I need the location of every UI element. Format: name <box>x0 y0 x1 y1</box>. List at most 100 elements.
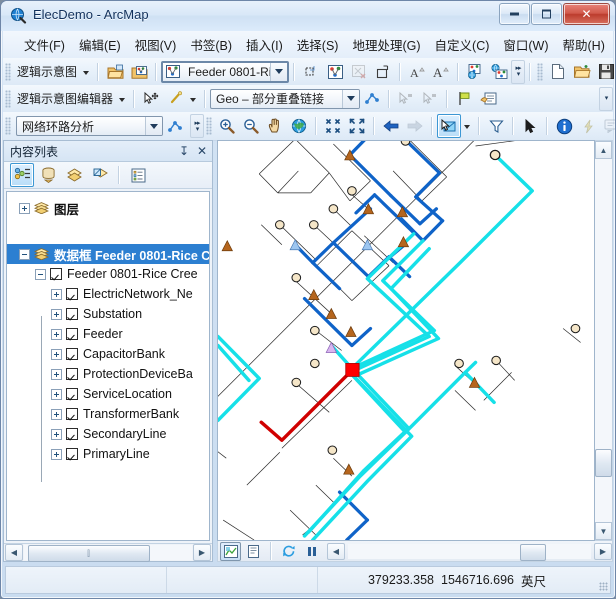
menu-window[interactable]: 窗口(W) <box>496 32 555 57</box>
toc-node-layers[interactable]: 图层 <box>7 198 209 218</box>
layout-view-button[interactable] <box>243 542 264 561</box>
scroll-thumb[interactable] <box>595 449 612 477</box>
map-scroll-track[interactable] <box>348 543 591 561</box>
flag-button[interactable] <box>452 87 476 111</box>
active-diagram-combo[interactable]: Feeder 0801-Rice <box>161 60 290 83</box>
visibility-checkbox[interactable] <box>50 268 62 280</box>
expand-icon[interactable] <box>19 202 30 214</box>
chevron-down-icon[interactable] <box>342 89 360 108</box>
list-by-drawing-order-button[interactable] <box>10 163 34 187</box>
scroll-right-button[interactable]: ▶ <box>193 544 211 561</box>
expand-icon[interactable] <box>51 448 62 460</box>
layout-algorithm-combo[interactable]: Geo – 部分重叠链接 <box>210 88 361 109</box>
map-scroll-right-button[interactable]: ▶ <box>594 542 612 560</box>
visibility-checkbox[interactable] <box>66 448 78 460</box>
data-view-button[interactable] <box>220 541 241 561</box>
toc-node-feeder-group[interactable]: Feeder 0801-Rice Cree <box>7 264 209 284</box>
menu-view[interactable]: 视图(V) <box>128 32 184 57</box>
scroll-left-button[interactable]: ◀ <box>5 544 23 561</box>
visibility-checkbox[interactable] <box>66 428 78 440</box>
apply-layout-button[interactable] <box>360 87 384 111</box>
chevron-down-icon[interactable] <box>145 117 162 135</box>
expand-icon[interactable] <box>51 408 62 420</box>
toolbar-grip[interactable] <box>206 117 212 135</box>
visibility-checkbox[interactable] <box>66 348 78 360</box>
toolbar-grip[interactable] <box>5 117 11 135</box>
move-element-button[interactable] <box>139 87 163 111</box>
map-to-diagram-button[interactable] <box>487 60 511 84</box>
scroll-up-button[interactable]: ▲ <box>595 141 612 159</box>
options-button[interactable] <box>126 163 150 187</box>
visibility-checkbox[interactable] <box>66 288 78 300</box>
refresh-view-button[interactable] <box>278 542 299 561</box>
expand-icon[interactable] <box>51 368 62 380</box>
network-toolbar-overflow-button[interactable]: ▸▸ ▾ <box>190 114 204 138</box>
select-elements-button[interactable] <box>518 114 542 138</box>
select-node-button[interactable] <box>418 87 442 111</box>
diagram-to-map-button[interactable] <box>463 60 487 84</box>
toc-layer-transformerbank[interactable]: TransformerBank <box>7 404 209 424</box>
remove-diagram-button[interactable] <box>347 60 371 84</box>
toc-layer-primaryline[interactable]: PrimaryLine <box>7 444 209 464</box>
chevron-down-icon[interactable] <box>83 70 90 75</box>
select-link-button[interactable] <box>394 87 418 111</box>
toc-layer-servicelocation[interactable]: ServiceLocation <box>7 384 209 404</box>
decrease-font-button[interactable]: A <box>405 60 429 84</box>
zoom-out-button[interactable] <box>239 114 263 138</box>
toolbar-grip[interactable] <box>5 62 11 81</box>
go-back-extent-button[interactable] <box>379 114 403 138</box>
full-extent-button[interactable] <box>287 114 311 138</box>
menu-help[interactable]: 帮助(H) <box>556 32 612 57</box>
list-by-source-button[interactable] <box>36 163 60 187</box>
go-forward-extent-button[interactable] <box>403 114 427 138</box>
map-scroll-thumb[interactable] <box>520 543 546 561</box>
scroll-track[interactable] <box>595 159 612 522</box>
collapse-icon[interactable] <box>19 248 30 260</box>
expand-icon[interactable] <box>51 388 62 400</box>
save-document-button[interactable] <box>594 60 615 84</box>
toc-layer-feeder[interactable]: Feeder <box>7 324 209 344</box>
select-features-button[interactable] <box>437 114 461 138</box>
fixed-zoom-out-button[interactable] <box>345 114 369 138</box>
list-by-selection-button[interactable] <box>88 163 112 187</box>
collapse-icon[interactable] <box>35 268 46 280</box>
clear-selection-button[interactable] <box>484 114 508 138</box>
toc-layer-protectiondevicebank[interactable]: ProtectionDeviceBa <box>7 364 209 384</box>
visibility-checkbox[interactable] <box>66 368 78 380</box>
expand-icon[interactable] <box>51 288 62 300</box>
hyperlink-button[interactable] <box>576 114 600 138</box>
toolbar-grip[interactable] <box>537 62 544 81</box>
editor-menu-label[interactable]: 逻辑示意图编辑器 <box>14 90 116 107</box>
editor-toolbar-overflow-button[interactable]: ▾ <box>599 86 613 111</box>
toc-layer-substation[interactable]: Substation <box>7 304 209 324</box>
new-document-button[interactable] <box>546 60 570 84</box>
open-document-button[interactable] <box>570 60 594 84</box>
close-button[interactable]: ✕ <box>563 3 610 25</box>
open-diagram-button[interactable] <box>103 60 127 84</box>
menu-selection[interactable]: 选择(S) <box>290 32 346 57</box>
chevron-down-icon[interactable] <box>270 62 288 81</box>
minimize-button[interactable] <box>499 3 530 25</box>
scroll-thumb[interactable]: ⫿ <box>28 545 150 562</box>
toc-layer-electricnetwork[interactable]: ElectricNetwork_Ne <box>7 284 209 304</box>
toc-layer-secondaryline[interactable]: SecondaryLine <box>7 424 209 444</box>
create-diagram-button[interactable] <box>127 60 151 84</box>
identify-button[interactable] <box>552 114 576 138</box>
increase-font-button[interactable]: A <box>429 60 453 84</box>
menu-bookmarks[interactable]: 书签(B) <box>183 32 239 57</box>
edit-attributes-button[interactable] <box>476 87 500 111</box>
chevron-down-icon[interactable] <box>119 97 126 102</box>
resize-grip[interactable] <box>596 567 610 593</box>
zoom-in-button[interactable] <box>215 114 239 138</box>
visibility-checkbox[interactable] <box>66 328 78 340</box>
close-icon[interactable]: ✕ <box>194 143 210 159</box>
menu-geoprocessing[interactable]: 地理处理(G) <box>345 32 427 57</box>
chevron-down-icon[interactable] <box>464 125 470 129</box>
scroll-track[interactable]: ⫿ <box>24 545 192 562</box>
zoom-to-selection-button[interactable] <box>371 60 395 84</box>
network-analysis-combo[interactable]: 网络环路分析 <box>16 116 163 136</box>
scroll-down-button[interactable]: ▼ <box>595 522 612 540</box>
solve-button[interactable] <box>163 114 187 138</box>
toolbar-overflow-button[interactable]: ▸▸ ▾ <box>511 59 526 84</box>
select-tool-button[interactable] <box>299 60 323 84</box>
